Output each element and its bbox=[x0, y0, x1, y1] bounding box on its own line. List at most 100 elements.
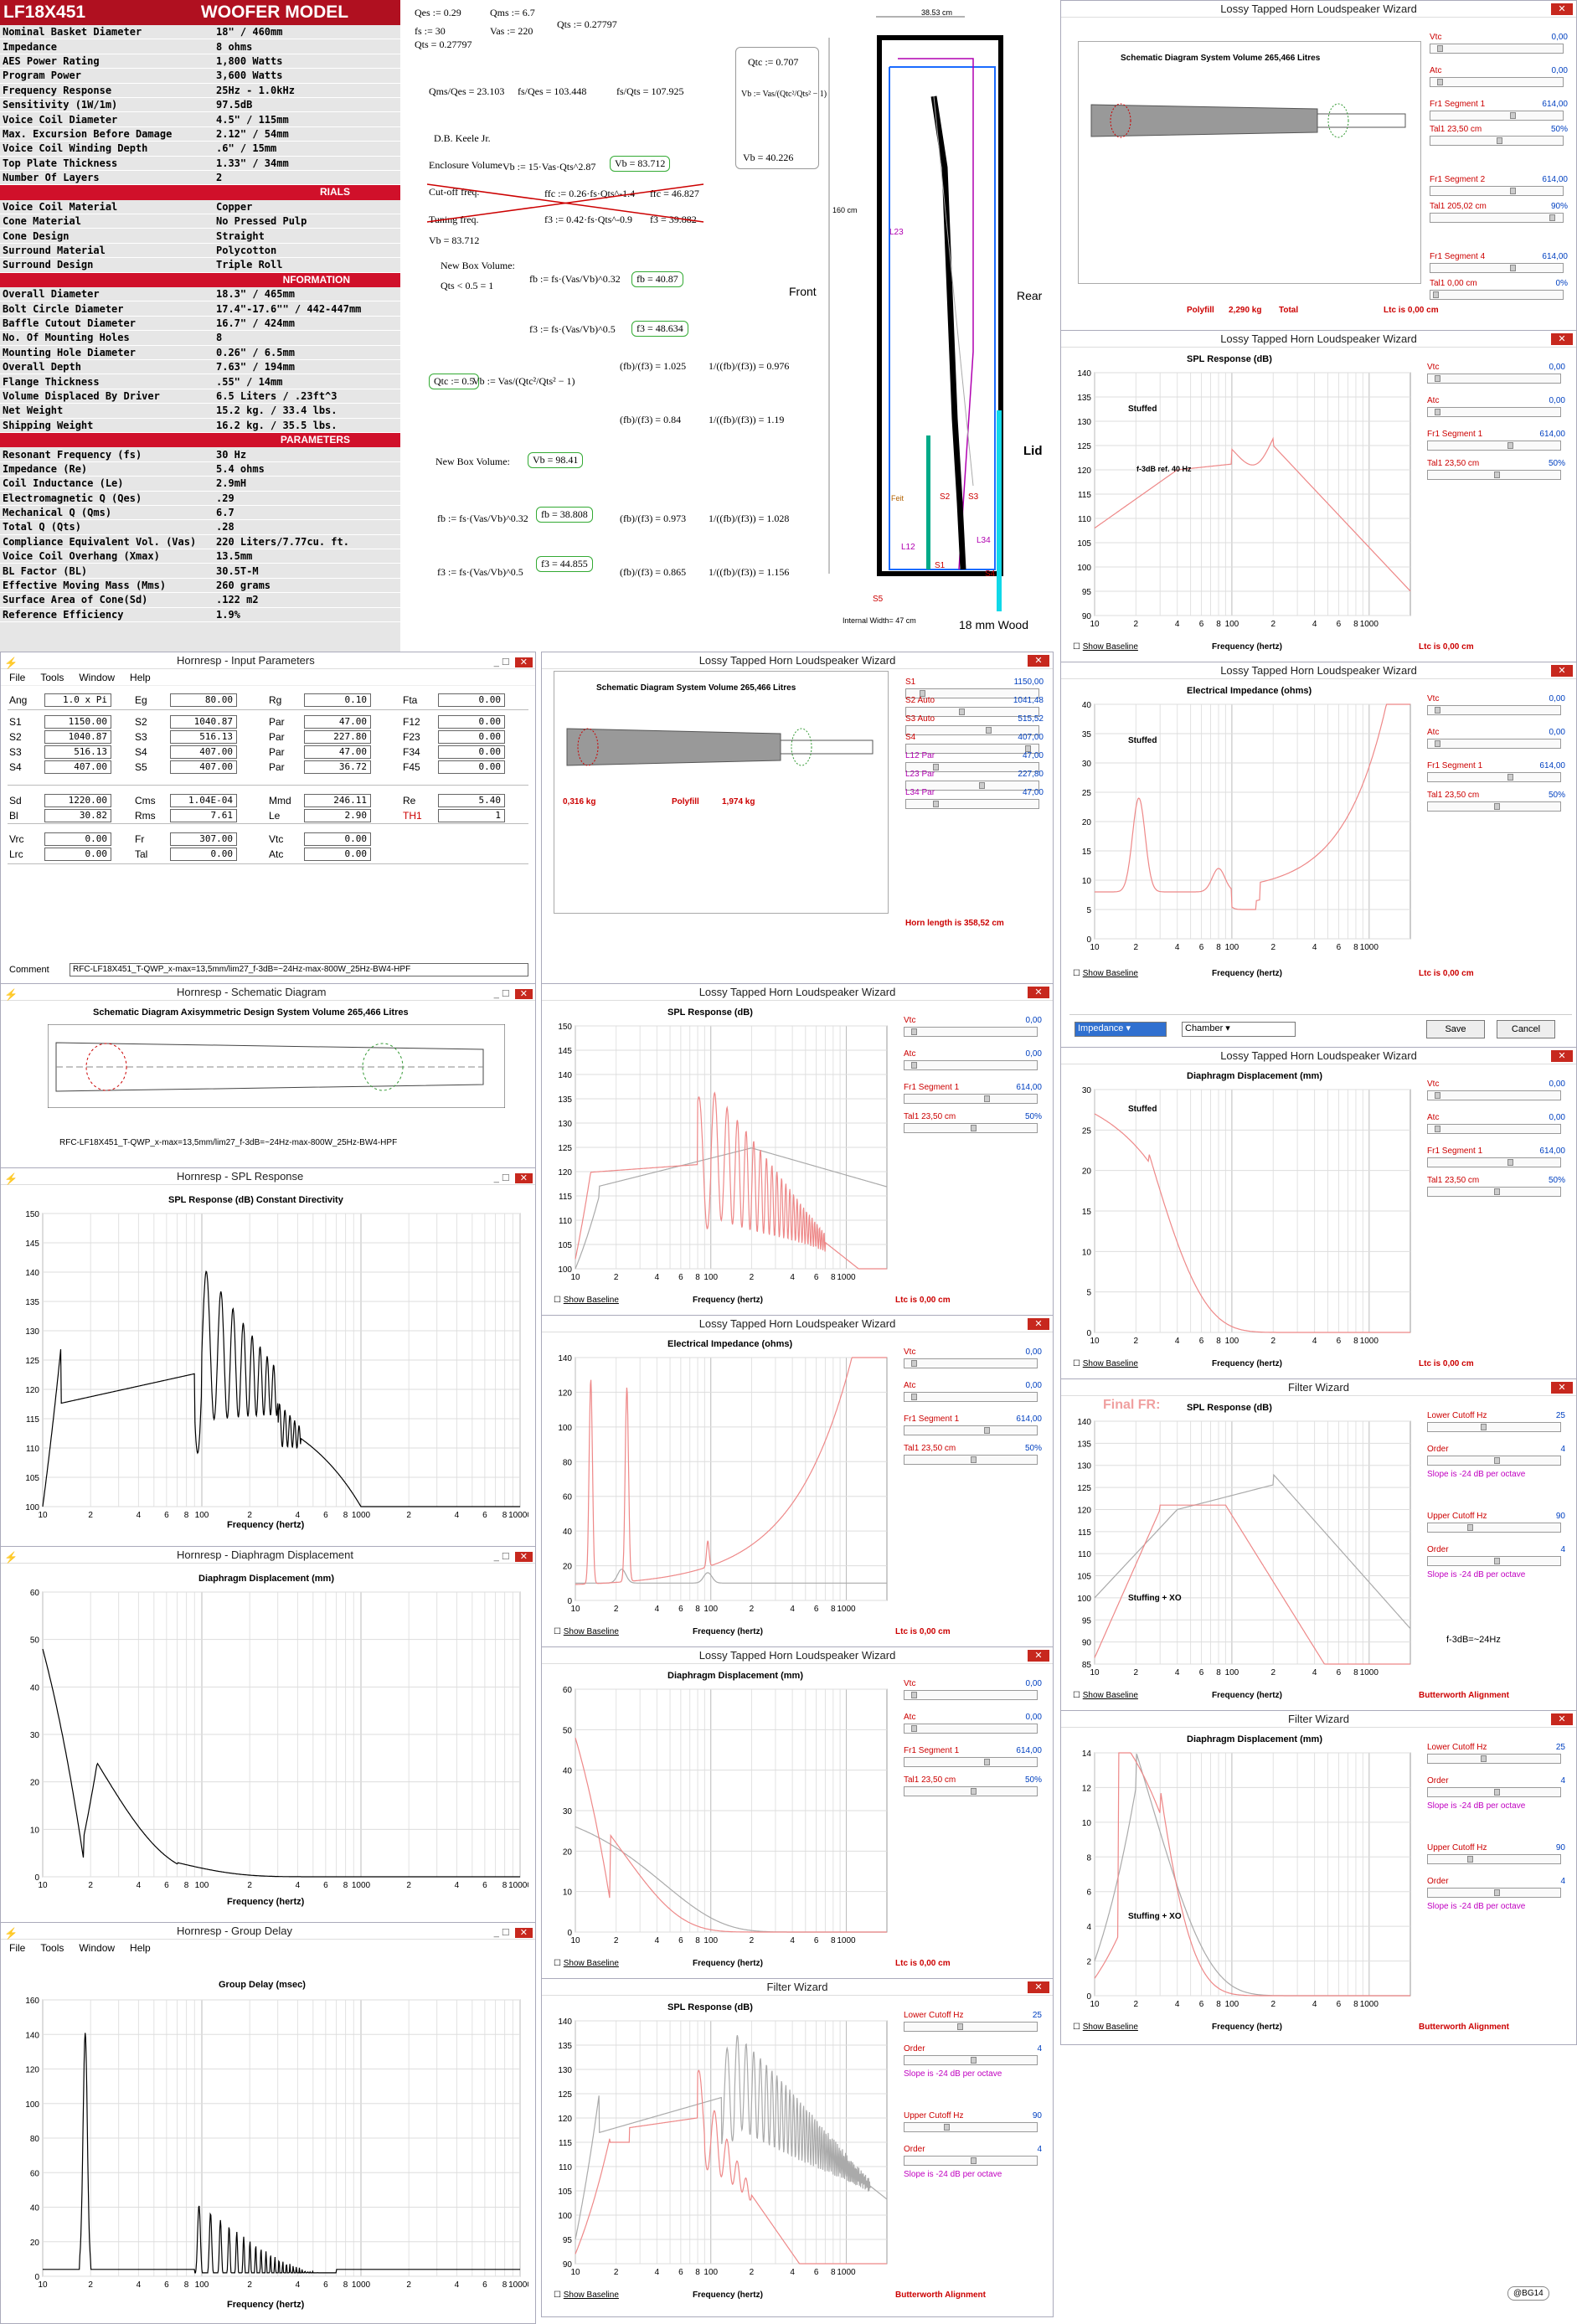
minimize-button[interactable]: _ bbox=[494, 1552, 499, 1562]
slider[interactable] bbox=[1427, 1523, 1561, 1533]
slider[interactable] bbox=[1427, 705, 1561, 715]
param-field[interactable]: 0.00 bbox=[44, 832, 111, 846]
baseline-checkbox[interactable]: ☐ Show Baseline bbox=[554, 1296, 619, 1305]
slider[interactable] bbox=[1427, 441, 1561, 451]
close-button[interactable]: ✕ bbox=[1551, 1050, 1573, 1062]
slider[interactable] bbox=[1427, 407, 1561, 417]
slider-thumb[interactable] bbox=[1497, 137, 1502, 144]
slider[interactable] bbox=[904, 1123, 1038, 1133]
param-field[interactable]: 246.11 bbox=[304, 794, 371, 807]
baseline-checkbox[interactable]: ☐ Show Baseline bbox=[1073, 1359, 1138, 1368]
slider[interactable] bbox=[1430, 44, 1564, 54]
impedance-dropdown[interactable]: Impedance ▾ bbox=[1075, 1022, 1167, 1037]
slider[interactable] bbox=[1427, 801, 1561, 812]
slider[interactable] bbox=[904, 1786, 1038, 1796]
close-button[interactable]: ✕ bbox=[1028, 1650, 1049, 1662]
maximize-button[interactable]: ☐ bbox=[502, 1928, 510, 1938]
slider[interactable] bbox=[904, 1027, 1038, 1037]
minimize-button[interactable]: _ bbox=[494, 1928, 499, 1938]
close-button[interactable]: ✕ bbox=[514, 657, 533, 667]
close-button[interactable]: ✕ bbox=[514, 989, 533, 999]
slider-thumb[interactable] bbox=[1494, 471, 1500, 478]
slider[interactable] bbox=[904, 1392, 1038, 1402]
maximize-button[interactable]: ☐ bbox=[502, 989, 510, 999]
maximize-button[interactable]: ☐ bbox=[502, 1173, 510, 1183]
slider-thumb[interactable] bbox=[910, 1028, 917, 1035]
slider-thumb[interactable] bbox=[1467, 1856, 1474, 1863]
param-field[interactable]: 1040.87 bbox=[170, 715, 237, 729]
param-field[interactable]: 0.00 bbox=[438, 745, 505, 759]
param-field[interactable]: 516.13 bbox=[44, 745, 111, 759]
baseline-checkbox[interactable]: ☐ Show Baseline bbox=[1073, 642, 1138, 652]
slider[interactable] bbox=[904, 1690, 1038, 1700]
param-field[interactable]: 407.00 bbox=[44, 760, 111, 774]
cancel-button[interactable]: Cancel bbox=[1497, 1020, 1555, 1038]
param-field[interactable]: 47.00 bbox=[304, 715, 371, 729]
param-field[interactable]: 2.90 bbox=[304, 809, 371, 822]
slider-thumb[interactable] bbox=[932, 801, 939, 807]
slider-thumb[interactable] bbox=[1434, 1092, 1440, 1099]
menu-help[interactable]: Help bbox=[130, 672, 151, 683]
slider-thumb[interactable] bbox=[1436, 45, 1443, 52]
param-field[interactable]: 0.00 bbox=[170, 848, 237, 861]
param-field[interactable]: 80.00 bbox=[170, 693, 237, 707]
chamber-dropdown[interactable]: Chamber ▾ bbox=[1182, 1022, 1296, 1037]
slider-thumb[interactable] bbox=[1434, 707, 1440, 714]
slider[interactable] bbox=[904, 2055, 1038, 2065]
slider-thumb[interactable] bbox=[910, 1062, 917, 1069]
slider[interactable] bbox=[1427, 470, 1561, 480]
slider-thumb[interactable] bbox=[1494, 1457, 1500, 1464]
minimize-button[interactable]: _ bbox=[494, 1173, 499, 1183]
slider-thumb[interactable] bbox=[971, 1788, 977, 1795]
slider[interactable] bbox=[1427, 1124, 1561, 1134]
close-button[interactable]: ✕ bbox=[1551, 1382, 1573, 1394]
slider-thumb[interactable] bbox=[1434, 1126, 1440, 1132]
slider-thumb[interactable] bbox=[910, 1725, 917, 1732]
maximize-button[interactable]: ☐ bbox=[502, 657, 510, 667]
slider-thumb[interactable] bbox=[971, 1456, 977, 1463]
param-field[interactable]: 30.82 bbox=[44, 809, 111, 822]
maximize-button[interactable]: ☐ bbox=[502, 1552, 510, 1562]
close-button[interactable]: ✕ bbox=[514, 1173, 533, 1183]
slider[interactable] bbox=[1427, 1888, 1561, 1898]
slider-thumb[interactable] bbox=[983, 1759, 990, 1765]
close-button[interactable]: ✕ bbox=[514, 1928, 533, 1938]
param-field[interactable]: 1.04E-04 bbox=[170, 794, 237, 807]
minimize-button[interactable]: _ bbox=[494, 657, 499, 667]
slider-thumb[interactable] bbox=[1434, 409, 1440, 415]
baseline-checkbox[interactable]: ☐ Show Baseline bbox=[1073, 969, 1138, 978]
slider-thumb[interactable] bbox=[971, 2157, 977, 2164]
param-field[interactable]: 227.80 bbox=[304, 730, 371, 744]
slider[interactable] bbox=[1430, 136, 1564, 146]
close-button[interactable]: ✕ bbox=[1551, 1713, 1573, 1725]
slider-thumb[interactable] bbox=[1494, 1558, 1500, 1564]
slider[interactable] bbox=[904, 1094, 1038, 1104]
param-field[interactable]: 307.00 bbox=[170, 832, 237, 846]
close-button[interactable]: ✕ bbox=[1551, 3, 1573, 15]
slider-thumb[interactable] bbox=[1494, 1889, 1500, 1896]
slider[interactable] bbox=[1427, 1754, 1561, 1764]
param-field[interactable]: 1040.87 bbox=[44, 730, 111, 744]
slider-thumb[interactable] bbox=[1549, 214, 1556, 221]
close-button[interactable]: ✕ bbox=[1028, 655, 1049, 667]
param-field[interactable]: 0.00 bbox=[304, 832, 371, 846]
menu-window[interactable]: Window bbox=[79, 1942, 115, 1954]
slider-thumb[interactable] bbox=[1507, 442, 1513, 449]
param-field[interactable]: 5.40 bbox=[438, 794, 505, 807]
slider-thumb[interactable] bbox=[1481, 1755, 1487, 1762]
slider[interactable] bbox=[1427, 1090, 1561, 1100]
param-field[interactable]: 0.00 bbox=[438, 715, 505, 729]
slider[interactable] bbox=[1430, 213, 1564, 223]
slider[interactable] bbox=[1427, 1187, 1561, 1197]
slider-thumb[interactable] bbox=[1507, 1159, 1513, 1166]
baseline-checkbox[interactable]: ☐ Show Baseline bbox=[554, 1959, 619, 1968]
slider-thumb[interactable] bbox=[1494, 803, 1500, 810]
menu-file[interactable]: File bbox=[9, 672, 25, 683]
close-button[interactable]: ✕ bbox=[1551, 333, 1573, 345]
param-field[interactable]: 36.72 bbox=[304, 760, 371, 774]
slider[interactable] bbox=[1427, 1422, 1561, 1432]
param-field[interactable]: 0.00 bbox=[438, 760, 505, 774]
save-button[interactable]: Save bbox=[1426, 1020, 1485, 1038]
param-field[interactable]: 407.00 bbox=[170, 745, 237, 759]
menu-tools[interactable]: Tools bbox=[40, 1942, 64, 1954]
